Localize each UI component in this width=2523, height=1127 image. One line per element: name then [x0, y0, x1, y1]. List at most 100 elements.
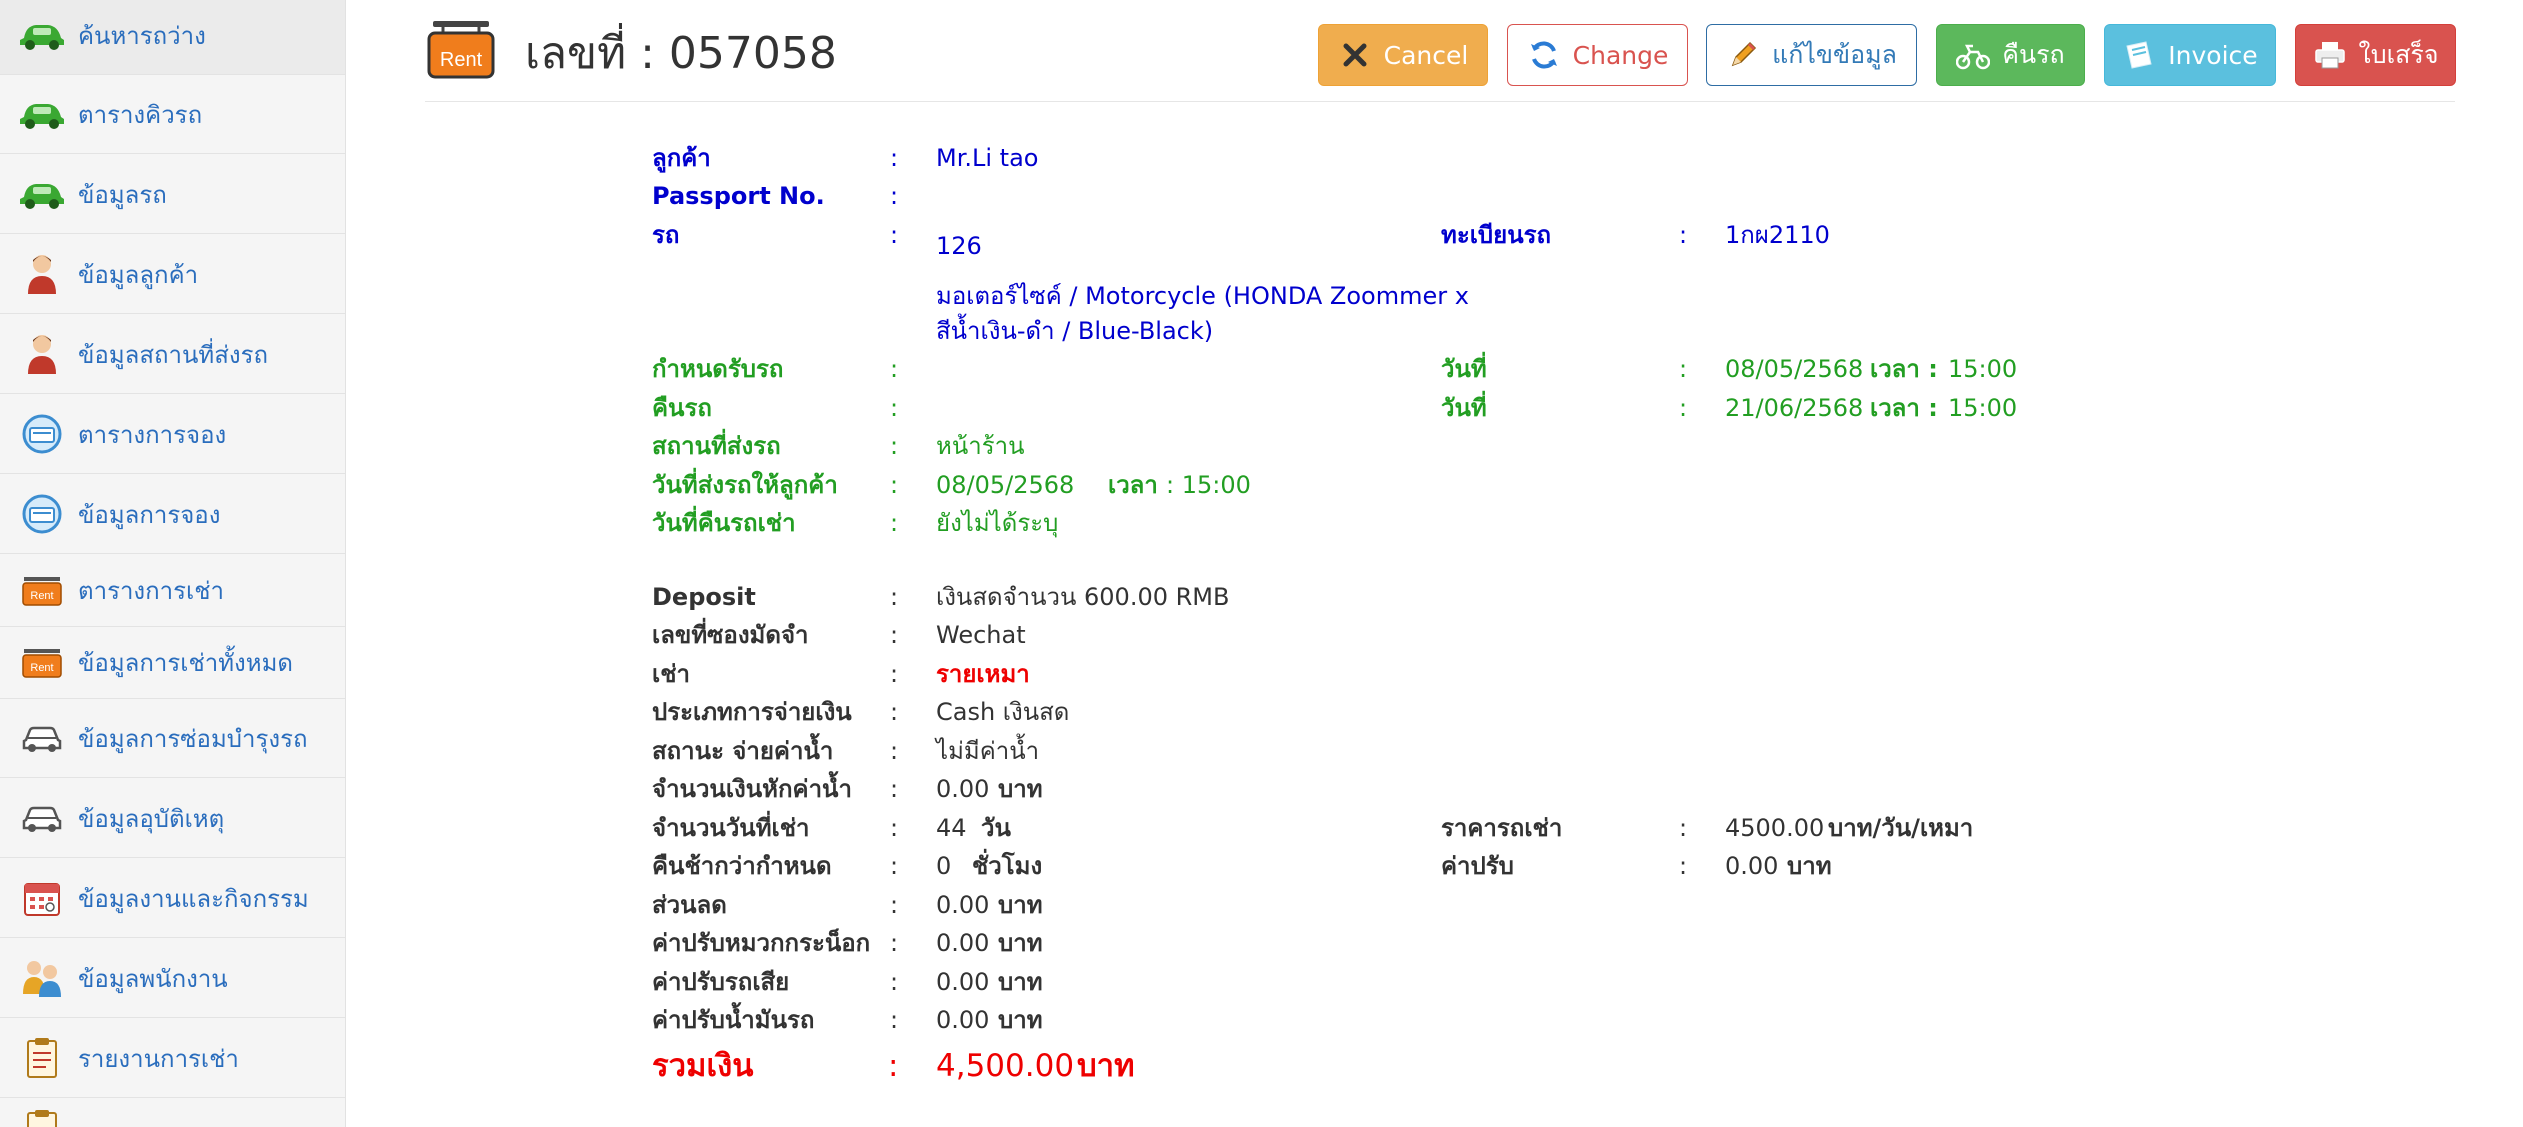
colon: :: [890, 891, 899, 919]
customer-value: Mr.Li tao: [936, 144, 1039, 172]
colon: :: [890, 660, 899, 688]
car-description-line2: สีน้ำเงิน-ดำ / Blue-Black): [936, 317, 1214, 345]
colon: :: [890, 144, 899, 172]
sidebar-item-all-rentals[interactable]: Rent ข้อมูลการเช่าทั้งหมด: [0, 627, 345, 699]
edit-button-label: แก้ไขข้อมูล: [1772, 40, 1897, 69]
sidebar-item-car-info[interactable]: ข้อมูลรถ: [0, 155, 345, 234]
car-outline-icon: [16, 795, 68, 841]
delivery-date-label: วันที่ส่งรถให้ลูกค้า: [652, 471, 838, 499]
sidebar-item-maintenance[interactable]: ข้อมูลการซ่อมบำรุงรถ: [0, 699, 345, 778]
rent-type-value: รายเหมา: [936, 660, 1030, 688]
colon: :: [1679, 355, 1688, 383]
sidebar-item-booking-table[interactable]: ตารางการจอง: [0, 395, 345, 474]
rent-logo-text: Rent: [440, 49, 483, 71]
motorcycle-icon: [1956, 38, 1991, 72]
days-label: จำนวนวันที่เช่า: [652, 814, 810, 842]
payment-type-label: ประเภทการจ่ายเงิน: [652, 698, 852, 726]
sidebar-item-rent-table[interactable]: Rent ตารางการเช่า: [0, 555, 345, 627]
colon: :: [1679, 394, 1688, 422]
delivery-time-value: : 15:00: [1166, 471, 1251, 499]
rent-type-label: เช่า: [652, 660, 690, 688]
water-deduct-label: จำนวนเงินหักค่าน้ำ: [652, 775, 852, 803]
colon: :: [890, 394, 899, 422]
sidebar-item-delivery-place[interactable]: ข้อมูลสถานที่ส่งรถ: [0, 315, 345, 394]
deposit-value: เงินสดจำนวน 600.00 RMB: [936, 583, 1230, 611]
price-label: ราคารถเช่า: [1441, 814, 1563, 842]
svg-text:Rent: Rent: [30, 662, 53, 674]
colon: :: [890, 621, 899, 649]
sidebar-item-rent-report[interactable]: รายงานการเช่า: [0, 1019, 345, 1098]
deposit-label: Deposit: [652, 583, 756, 611]
sidebar-item-label: ตารางการจอง: [78, 420, 227, 449]
colon: :: [890, 929, 899, 957]
cancel-button[interactable]: Cancel: [1318, 24, 1488, 86]
colon: :: [890, 583, 899, 611]
colon: :: [890, 852, 899, 880]
pickup-date-label: วันที่: [1441, 355, 1487, 383]
price-value: 4500.00: [1725, 814, 1825, 842]
deposit-channel-value: Wechat: [936, 621, 1026, 649]
late-label: คืนช้ากว่ากำหนด: [652, 852, 832, 880]
baht-unit: บาท: [1787, 852, 1832, 880]
deposit-channel-label: เลขที่ซองมัดจำ: [652, 621, 809, 649]
fuel-fine-label: ค่าปรับน้ำมันรถ: [652, 1006, 815, 1034]
plate-value: 1กผ2110: [1725, 221, 1830, 249]
sidebar-item-label: ตารางการเช่า: [78, 577, 225, 605]
actual-return-value: ยังไม่ได้ระบุ: [936, 509, 1059, 537]
payment-type-value: Cash เงินสด: [936, 698, 1070, 726]
colon: :: [890, 737, 899, 765]
change-button[interactable]: Change: [1507, 24, 1688, 86]
sidebar-item-accident[interactable]: ข้อมูลอุบัติเหตุ: [0, 779, 345, 858]
sidebar-item-booking-info[interactable]: ข้อมูลการจอง: [0, 475, 345, 554]
staff-icon: [16, 955, 68, 1001]
page-title: เลขที่ : 057058: [525, 28, 837, 79]
return-time: 15:00: [1948, 394, 2018, 422]
discount-value: 0.00: [936, 891, 990, 919]
refresh-icon: [1527, 38, 1561, 72]
sidebar-item-label: ตารางคิวรถ: [78, 100, 203, 129]
header-divider: [425, 101, 2455, 102]
pickup-time: 15:00: [1948, 355, 2018, 383]
return-car-button[interactable]: คืนรถ: [1936, 24, 2085, 86]
sidebar-item-car-queue[interactable]: ตารางคิวรถ: [0, 75, 345, 154]
late-unit: ชั่วโมง: [972, 852, 1043, 880]
car-label: รถ: [652, 221, 680, 249]
colon: :: [890, 775, 899, 803]
sidebar-item-label: ข้อมูลการจอง: [78, 500, 221, 529]
sidebar-item-events[interactable]: ข้อมูลงานและกิจกรรม: [0, 859, 345, 938]
close-icon: [1338, 38, 1372, 72]
sidebar-item-label: รายงานการเช่า: [78, 1044, 239, 1073]
booking-icon: [16, 491, 68, 537]
baht-unit: บาท: [998, 891, 1043, 919]
document-icon: [2122, 38, 2156, 72]
total-unit: บาท: [1077, 1048, 1135, 1084]
colon: :: [1679, 852, 1688, 880]
invoice-button[interactable]: Invoice: [2104, 24, 2276, 86]
sidebar-item-label: ค้นหารถว่าง: [78, 21, 206, 50]
sidebar-item-more[interactable]: [0, 1099, 345, 1127]
svg-text:Rent: Rent: [30, 590, 53, 602]
receipt-button[interactable]: ใบเสร็จ: [2295, 24, 2456, 86]
car-number: 126: [936, 232, 982, 260]
delivery-time-label: เวลา: [1108, 471, 1158, 499]
edit-button[interactable]: แก้ไขข้อมูล: [1706, 24, 1917, 86]
colon: :: [890, 698, 899, 726]
baht-unit: บาท: [998, 968, 1043, 996]
colon: :: [890, 814, 899, 842]
colon: :: [890, 471, 899, 499]
return-date-label: วันที่: [1441, 394, 1487, 422]
sidebar-item-customer-info[interactable]: ข้อมูลลูกค้า: [0, 235, 345, 314]
actual-return-label: วันที่คืนรถเช่า: [652, 509, 796, 537]
sidebar-item-search-available[interactable]: ค้นหารถว่าง: [0, 0, 345, 75]
sidebar-item-staff[interactable]: ข้อมูลพนักงาน: [0, 939, 345, 1018]
report-icon: [16, 1035, 68, 1081]
car-outline-icon: [16, 715, 68, 761]
colon: :: [890, 182, 899, 210]
water-status-label: สถานะ จ่ายค่าน้ำ: [652, 737, 834, 765]
colon: :: [888, 1048, 899, 1084]
baht-unit: บาท: [998, 775, 1043, 803]
colon: :: [890, 968, 899, 996]
plate-label: ทะเบียนรถ: [1441, 221, 1552, 249]
rent-sign-icon: Rent: [16, 640, 68, 686]
cancel-button-label: Cancel: [1383, 40, 1469, 70]
